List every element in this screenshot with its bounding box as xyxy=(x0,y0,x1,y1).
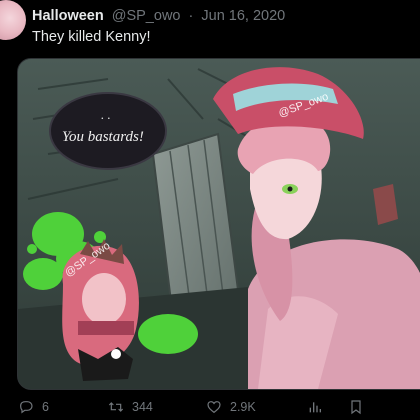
tweet-text: They killed Kenny! xyxy=(32,29,151,45)
reply-button[interactable]: 6 xyxy=(18,398,49,416)
heart-icon xyxy=(207,401,221,414)
views-button[interactable] xyxy=(307,398,323,416)
speech-bubble-text: You bastards! xyxy=(62,129,144,145)
reply-icon xyxy=(20,401,33,414)
reply-count: 6 xyxy=(42,400,49,414)
like-count: 2.9K xyxy=(230,400,256,414)
artwork: . . You bastards! @SP_owo @SP_owo xyxy=(18,59,420,389)
tweet-date[interactable]: Jun 16, 2020 xyxy=(201,8,285,24)
avatar[interactable] xyxy=(0,0,26,40)
tweet-image[interactable]: . . You bastards! @SP_owo @SP_owo xyxy=(17,58,420,390)
bookmark-button[interactable] xyxy=(348,398,364,416)
retweet-icon xyxy=(108,402,124,412)
tweet[interactable]: Halloween @SP_owo · Jun 16, 2020 They ki… xyxy=(0,0,420,420)
views-icon xyxy=(309,402,321,413)
header-separator: · xyxy=(188,8,194,24)
retweet-count: 344 xyxy=(132,400,153,414)
bookmark-icon xyxy=(351,400,361,415)
tweet-header: Halloween @SP_owo · Jun 16, 2020 xyxy=(32,7,285,25)
user-handle[interactable]: @SP_owo xyxy=(112,8,181,24)
retweet-button[interactable]: 344 xyxy=(108,398,153,416)
like-button[interactable]: 2.9K xyxy=(206,398,256,416)
action-bar: 6 344 2.9K xyxy=(0,398,420,418)
display-name[interactable]: Halloween xyxy=(32,8,104,24)
speech-bubble-dots: . . xyxy=(101,107,111,122)
